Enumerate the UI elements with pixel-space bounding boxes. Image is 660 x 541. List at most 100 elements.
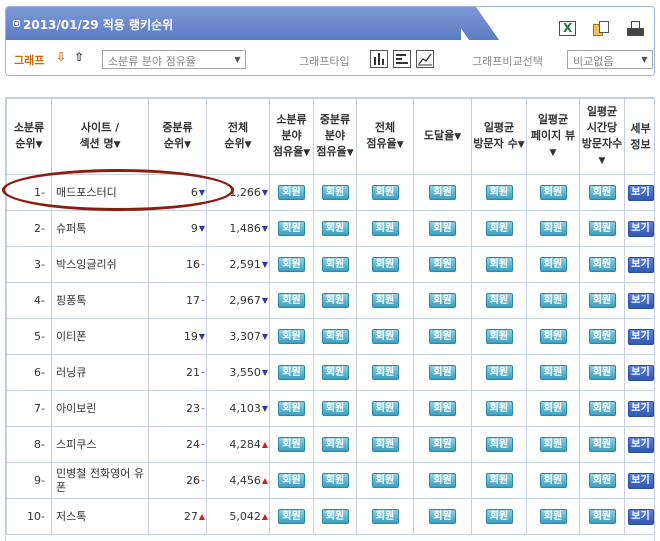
sort-arrow-icon[interactable]: ▼ — [36, 137, 43, 153]
site-name-cell[interactable]: 박스잉글리쉬 — [51, 246, 149, 283]
member-only-badge[interactable]: 회원 — [485, 329, 513, 344]
member-only-badge[interactable]: 회원 — [278, 509, 305, 524]
sort-arrow-icon[interactable]: ▼ — [454, 129, 461, 145]
member-only-badge[interactable]: 회원 — [321, 329, 349, 344]
view-detail-button[interactable]: 보기 — [627, 508, 654, 525]
member-only-badge[interactable]: 회원 — [485, 365, 513, 380]
member-only-badge[interactable]: 회원 — [278, 221, 305, 236]
column-header-mid-rank[interactable]: 중분류 순위 ▼ — [148, 98, 207, 175]
site-name-cell[interactable]: 매드포스터디 — [51, 174, 149, 211]
column-header-daily-visitors[interactable]: 일평균 방문자 수 ▼ — [471, 98, 527, 175]
view-detail-button[interactable]: 보기 — [627, 256, 654, 273]
sort-arrow-icon[interactable]: ▼ — [347, 145, 354, 161]
view-detail-button[interactable]: 보기 — [627, 292, 654, 309]
member-only-badge[interactable]: 회원 — [539, 329, 567, 344]
member-only-badge[interactable]: 회원 — [371, 509, 399, 524]
category-select[interactable]: 소분류 분야 점유율 ▼ — [102, 50, 246, 69]
member-only-badge[interactable]: 회원 — [429, 401, 456, 416]
member-only-badge[interactable]: 회원 — [588, 509, 616, 524]
member-only-badge[interactable]: 회원 — [485, 221, 513, 236]
site-name-cell[interactable]: 러닝큐 — [51, 354, 149, 391]
arrow-up-icon[interactable]: ⇧ — [74, 50, 84, 64]
member-only-badge[interactable]: 회원 — [588, 473, 616, 488]
site-name-cell[interactable]: 슈퍼톡 — [51, 210, 149, 247]
member-only-badge[interactable]: 회원 — [321, 401, 349, 416]
view-detail-button[interactable]: 보기 — [627, 220, 654, 237]
excel-icon[interactable] — [559, 21, 576, 36]
member-only-badge[interactable]: 회원 — [278, 185, 305, 200]
member-only-badge[interactable]: 회원 — [321, 437, 349, 452]
member-only-badge[interactable]: 회원 — [429, 329, 456, 344]
member-only-badge[interactable]: 회원 — [278, 293, 305, 308]
member-only-badge[interactable]: 회원 — [321, 221, 349, 236]
copy-icon[interactable] — [593, 21, 610, 36]
member-only-badge[interactable]: 회원 — [321, 365, 349, 380]
member-only-badge[interactable]: 회원 — [485, 437, 513, 452]
member-only-badge[interactable]: 회원 — [278, 437, 305, 452]
column-header-reach[interactable]: 도달율 ▼ — [413, 98, 472, 175]
member-only-badge[interactable]: 회원 — [321, 185, 349, 200]
member-only-badge[interactable]: 회원 — [371, 257, 399, 272]
member-only-badge[interactable]: 회원 — [278, 473, 305, 488]
member-only-badge[interactable]: 회원 — [539, 401, 567, 416]
sort-arrow-icon[interactable]: ▼ — [184, 137, 191, 153]
member-only-badge[interactable]: 회원 — [485, 401, 513, 416]
member-only-badge[interactable]: 회원 — [588, 329, 616, 344]
member-only-badge[interactable]: 회원 — [321, 257, 349, 272]
site-name-cell[interactable]: 핑퐁톡 — [51, 282, 149, 319]
member-only-badge[interactable]: 회원 — [485, 185, 513, 200]
site-name-cell[interactable]: 스피쿠스 — [51, 426, 149, 463]
member-only-badge[interactable]: 회원 — [539, 293, 567, 308]
member-only-badge[interactable]: 회원 — [371, 401, 399, 416]
bar-chart-icon[interactable] — [370, 50, 388, 68]
arrow-down-icon[interactable]: ⇩ — [56, 50, 66, 64]
member-only-badge[interactable]: 회원 — [371, 437, 399, 452]
member-only-badge[interactable]: 회원 — [588, 437, 616, 452]
member-only-badge[interactable]: 회원 — [371, 221, 399, 236]
member-only-badge[interactable]: 회원 — [429, 509, 456, 524]
column-header-daily-pageviews[interactable]: 일평균 페이지 뷰 ▼ — [526, 98, 580, 175]
member-only-badge[interactable]: 회원 — [278, 401, 305, 416]
site-name-cell[interactable]: 이티폰 — [51, 318, 149, 355]
member-only-badge[interactable]: 회원 — [539, 437, 567, 452]
member-only-badge[interactable]: 회원 — [371, 185, 399, 200]
site-name-cell[interactable]: 아이보린 — [51, 390, 149, 427]
member-only-badge[interactable]: 회원 — [588, 365, 616, 380]
member-only-badge[interactable]: 회원 — [539, 185, 567, 200]
member-only-badge[interactable]: 회원 — [278, 365, 305, 380]
member-only-badge[interactable]: 회원 — [371, 365, 399, 380]
sort-arrow-icon[interactable]: ▼ — [397, 137, 404, 153]
print-icon[interactable] — [627, 21, 644, 36]
member-only-badge[interactable]: 회원 — [429, 365, 456, 380]
member-only-badge[interactable]: 회원 — [429, 257, 456, 272]
member-only-badge[interactable]: 회원 — [321, 509, 349, 524]
member-only-badge[interactable]: 회원 — [485, 509, 513, 524]
member-only-badge[interactable]: 회원 — [371, 293, 399, 308]
sort-arrow-icon[interactable]: ▼ — [303, 145, 310, 161]
column-header-small-rank[interactable]: 소분류 순위 ▼ — [6, 98, 52, 175]
column-header-total-share[interactable]: 전체 점유율 ▼ — [356, 98, 414, 175]
sort-arrow-icon[interactable]: ▼ — [114, 137, 121, 153]
site-name-cell[interactable]: 민병철 전화영어 유폰 — [51, 462, 149, 499]
member-only-badge[interactable]: 회원 — [429, 293, 456, 308]
column-header-site[interactable]: 사이트 / 섹션 명 ▼ — [51, 98, 149, 175]
sort-arrow-icon[interactable]: ▼ — [245, 137, 252, 153]
member-only-badge[interactable]: 회원 — [278, 257, 305, 272]
member-only-badge[interactable]: 회원 — [539, 365, 567, 380]
site-name-cell[interactable]: 저스톡 — [51, 498, 149, 535]
member-only-badge[interactable]: 회원 — [485, 293, 513, 308]
line-chart-icon[interactable] — [416, 50, 434, 68]
member-only-badge[interactable]: 회원 — [539, 509, 567, 524]
sort-arrow-icon[interactable]: ▼ — [550, 145, 557, 161]
hbar-chart-icon[interactable] — [393, 50, 411, 68]
member-only-badge[interactable]: 회원 — [429, 221, 456, 236]
member-only-badge[interactable]: 회원 — [588, 257, 616, 272]
sort-arrow-icon[interactable]: ▼ — [599, 153, 606, 169]
compare-select[interactable]: 비교없음 ▼ — [567, 50, 653, 69]
sort-arrow-icon[interactable]: ▼ — [518, 137, 525, 153]
member-only-badge[interactable]: 회원 — [588, 221, 616, 236]
member-only-badge[interactable]: 회원 — [588, 185, 616, 200]
member-only-badge[interactable]: 회원 — [321, 293, 349, 308]
column-header-mid-share[interactable]: 중분류 분야 점유율 ▼ — [313, 98, 357, 175]
column-header-time-per-visitor[interactable]: 일평균 시간당 방문자수 ▼ — [579, 98, 625, 175]
